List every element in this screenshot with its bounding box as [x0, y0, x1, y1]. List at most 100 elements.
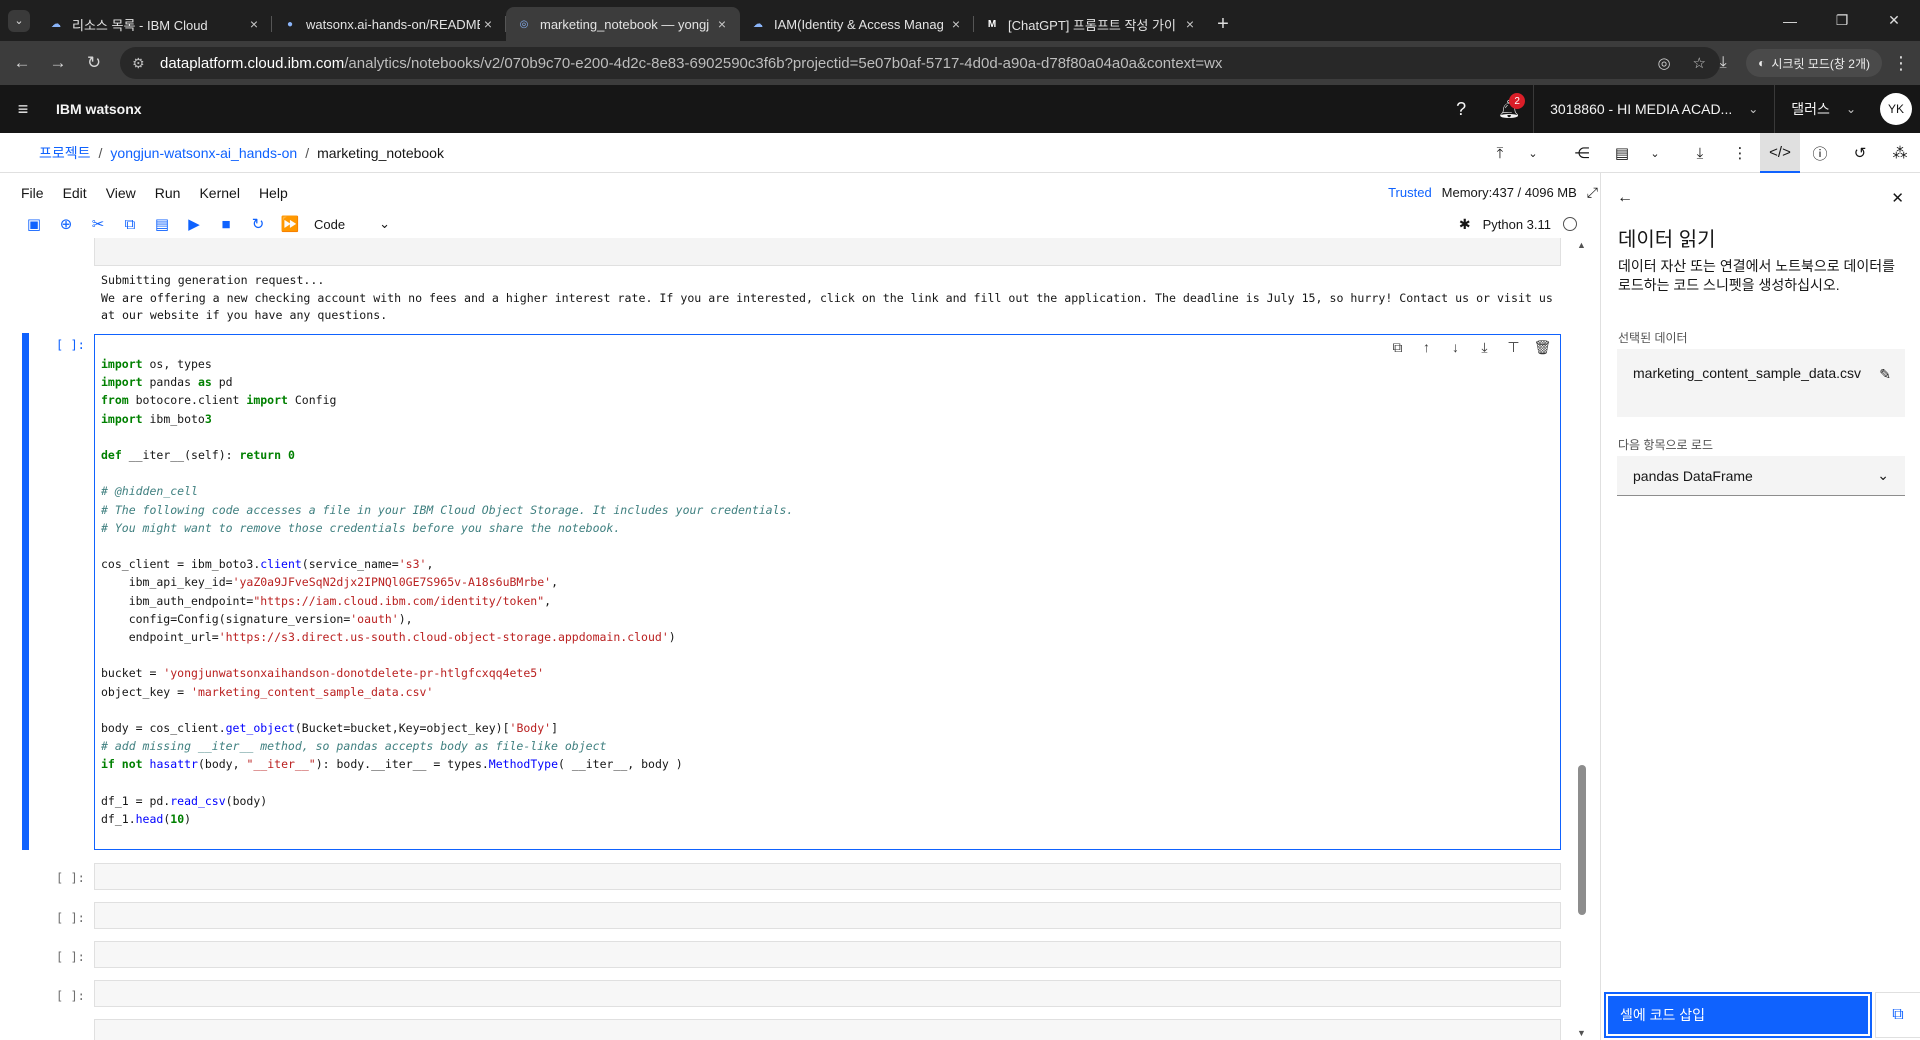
edit-pencil-icon[interactable]: ✎ — [1879, 365, 1891, 384]
region-switcher[interactable]: 댈러스 ⌄ — [1774, 85, 1872, 133]
empty-code-cell[interactable] — [94, 902, 1561, 929]
insert-cell-icon[interactable]: ⊕ — [50, 212, 82, 236]
kernel-status: ✱ Python 3.11 — [1459, 211, 1577, 237]
hamburger-menu-icon[interactable]: ≡ — [0, 85, 46, 133]
close-window-icon[interactable]: ✕ — [1868, 0, 1920, 41]
data-assets-icon[interactable]: ⁂ — [1880, 133, 1920, 173]
reload-icon[interactable]: ↻ — [80, 49, 108, 77]
menu-help[interactable]: Help — [259, 185, 288, 201]
selected-data-label: 선택된 데이터 — [1618, 331, 1688, 345]
close-tab-icon[interactable]: × — [246, 16, 262, 32]
url-input[interactable]: ⚙ dataplatform.cloud.ibm.com/analytics/n… — [120, 47, 1720, 79]
minimize-icon[interactable]: — — [1764, 0, 1816, 41]
code-editor[interactable]: import os, types import pandas as pd from … — [101, 355, 793, 828]
browser-menu-icon[interactable]: ⋮ — [1890, 53, 1912, 74]
duplicate-cell-icon[interactable]: ⧉ — [1388, 339, 1407, 356]
load-as-value: pandas DataFrame — [1633, 467, 1753, 484]
debugger-icon[interactable]: ✱ — [1459, 216, 1471, 233]
forward-arrow-icon[interactable]: → — [44, 49, 72, 77]
brand-title[interactable]: IBM watsonx — [56, 101, 142, 117]
delete-cell-icon[interactable]: 🗑︎ — [1533, 339, 1552, 356]
code-snippets-icon[interactable]: </> — [1760, 133, 1800, 173]
code-cell-active[interactable]: ⧉ ↑ ↓ ⤓ ⊤ 🗑︎ import os, types import pand… — [94, 334, 1561, 850]
tab-search-button[interactable]: ⌄ — [0, 0, 38, 41]
cut-icon[interactable]: ✂ — [82, 212, 114, 236]
breadcrumb-projects-link[interactable]: 프로젝트 — [39, 143, 91, 163]
restart-icon[interactable]: ↻ — [242, 212, 274, 236]
info-icon[interactable]: ⓘ — [1800, 133, 1840, 173]
trusted-indicator[interactable]: Trusted — [1388, 185, 1432, 200]
window-controls: — ❐ ✕ — [1764, 0, 1920, 41]
account-name: 3018860 - HI MEDIA ACAD... — [1550, 101, 1733, 117]
kernel-name[interactable]: Python 3.11 — [1483, 217, 1551, 232]
browser-tab[interactable]: ☁ IAM(Identity & Access Manag × — [740, 7, 974, 41]
stop-icon[interactable]: ■ — [210, 212, 242, 236]
menu-file[interactable]: File — [21, 185, 44, 201]
empty-code-cell[interactable] — [94, 1019, 1561, 1040]
eye-off-icon[interactable]: ◎ — [1657, 54, 1670, 72]
scroll-up-icon[interactable]: ▲ — [1577, 240, 1586, 250]
save-icon[interactable]: ▣ — [18, 212, 50, 236]
load-as-dropdown[interactable]: pandas DataFrame ⌄ — [1617, 456, 1905, 496]
chevron-down-icon[interactable]: ⌄ — [1520, 133, 1546, 173]
restore-icon[interactable]: ❐ — [1816, 0, 1868, 41]
close-tab-icon[interactable]: × — [714, 16, 730, 32]
close-tab-icon[interactable]: × — [1182, 16, 1198, 32]
menu-run[interactable]: Run — [155, 185, 181, 201]
close-icon[interactable]: ✕ — [1891, 189, 1904, 207]
insert-below-icon[interactable]: ⤓ — [1475, 339, 1494, 356]
code-line: # add missing __iter__ method, so pandas… — [101, 739, 607, 754]
help-icon[interactable]: ? — [1437, 85, 1485, 133]
empty-code-cell[interactable] — [94, 980, 1561, 1007]
close-tab-icon[interactable]: × — [948, 16, 964, 32]
browser-tab-strip: ⌄ ☁ 리소스 목록 - IBM Cloud × ● watsonx.ai-hands… — [0, 0, 1920, 41]
browser-tab[interactable]: M [ChatGPT] 프롬프트 작성 가이 × — [974, 7, 1208, 41]
scroll-down-icon[interactable]: ▼ — [1577, 1028, 1586, 1038]
notebook-scrollbar[interactable]: ▲ ▼ — [1574, 238, 1590, 1040]
schedule-job-icon[interactable]: ▤ — [1602, 133, 1642, 173]
read-data-panel: ← ✕ 데이터 읽기 데이터 자산 또는 연결에서 노트북으로 데이터를 로드하… — [1600, 173, 1920, 1040]
insert-above-icon[interactable]: ⊤ — [1504, 339, 1523, 356]
browser-tab[interactable]: ☁ 리소스 목록 - IBM Cloud × — [38, 7, 272, 41]
insert-code-button[interactable]: 셀에 코드 삽입 — [1604, 992, 1872, 1038]
incognito-badge[interactable]: ◐ 시크릿 모드(창 2개) — [1746, 49, 1882, 77]
paste-icon[interactable]: ▤ — [146, 212, 178, 236]
bookmark-star-icon[interactable]: ☆ — [1693, 54, 1706, 72]
version-history-icon[interactable]: ↺ — [1840, 133, 1880, 173]
previous-cell[interactable] — [94, 238, 1561, 266]
account-switcher[interactable]: 3018860 - HI MEDIA ACAD... ⌄ — [1533, 85, 1774, 133]
publish-icon[interactable]: ⤒ — [1480, 133, 1520, 173]
menu-view[interactable]: View — [106, 185, 136, 201]
move-down-icon[interactable]: ↓ — [1446, 339, 1465, 356]
cell-type-select[interactable]: Code ⌄ — [314, 216, 404, 232]
run-all-icon[interactable]: ⏩ — [274, 212, 306, 236]
download-icon[interactable]: ⤓ — [1680, 133, 1720, 173]
back-arrow-icon[interactable]: ← — [1617, 189, 1633, 207]
overflow-menu-icon[interactable]: ⋮ — [1720, 133, 1760, 173]
copy-icon[interactable]: ⧉ — [114, 212, 146, 236]
expand-icon[interactable]: ⤢ — [1587, 184, 1598, 201]
project-toolbar: 프로젝트 / yongjun-watsonx-ai_hands-on / mar… — [0, 133, 1920, 173]
avatar[interactable]: YK — [1880, 93, 1912, 125]
empty-code-cell[interactable] — [94, 863, 1561, 890]
move-up-icon[interactable]: ↑ — [1417, 339, 1436, 356]
back-arrow-icon[interactable]: ← — [8, 49, 36, 77]
close-tab-icon[interactable]: × — [480, 16, 496, 32]
empty-code-cell[interactable] — [94, 941, 1561, 968]
menu-edit[interactable]: Edit — [63, 185, 87, 201]
share-icon[interactable]: ⋲ — [1562, 133, 1602, 173]
new-tab-button[interactable]: + — [1208, 7, 1238, 41]
browser-tab-active[interactable]: ◎ marketing_notebook — yongj × — [506, 7, 740, 41]
browser-tab[interactable]: ● watsonx.ai-hands-on/README × — [272, 7, 506, 41]
breadcrumb-project-link[interactable]: yongjun-watsonx-ai_hands-on — [110, 145, 297, 161]
cell-type-value: Code — [314, 216, 346, 232]
chevron-down-icon[interactable]: ⌄ — [1642, 133, 1668, 173]
run-icon[interactable]: ▶ — [178, 212, 210, 236]
menu-kernel[interactable]: Kernel — [199, 185, 239, 201]
copy-to-clipboard-icon[interactable]: ⧉ — [1875, 992, 1920, 1038]
notebook-area[interactable]: Submitting generation request... We are … — [0, 238, 1598, 1040]
download-icon[interactable]: ⤓ — [1708, 54, 1738, 72]
scrollbar-thumb[interactable] — [1578, 765, 1586, 915]
notification-bell-icon[interactable]: 🔔︎ 2 — [1485, 85, 1533, 133]
site-info-icon[interactable]: ⚙ — [132, 55, 148, 72]
